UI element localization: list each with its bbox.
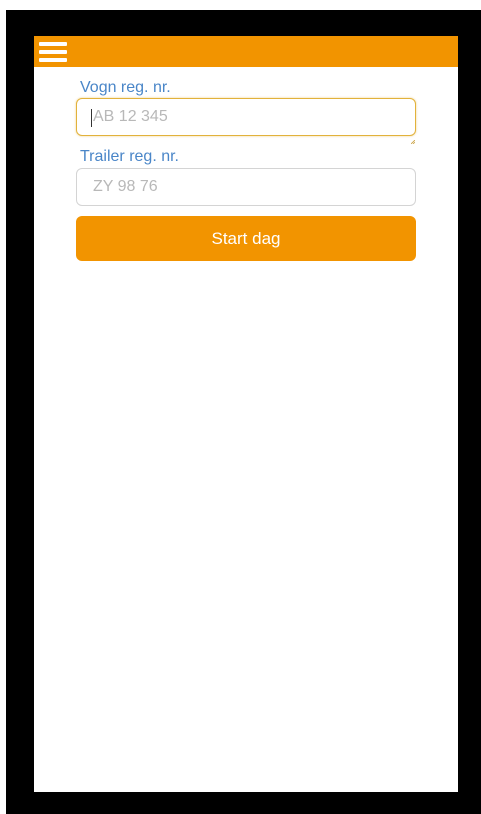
vogn-reg-input[interactable] [76, 98, 416, 136]
trailer-reg-label: Trailer reg. nr. [80, 148, 179, 165]
trailer-reg-input[interactable] [76, 168, 416, 206]
resize-grip-icon [410, 131, 416, 145]
start-day-button[interactable]: Start dag [76, 216, 416, 261]
vogn-reg-label: Vogn reg. nr. [80, 79, 171, 96]
app-screen: Vogn reg. nr. Trailer reg. nr. Start dag [34, 36, 458, 792]
text-caret [91, 109, 92, 127]
menu-button[interactable] [39, 41, 67, 63]
app-header-bar [34, 36, 458, 67]
hamburger-menu-icon [39, 41, 67, 63]
